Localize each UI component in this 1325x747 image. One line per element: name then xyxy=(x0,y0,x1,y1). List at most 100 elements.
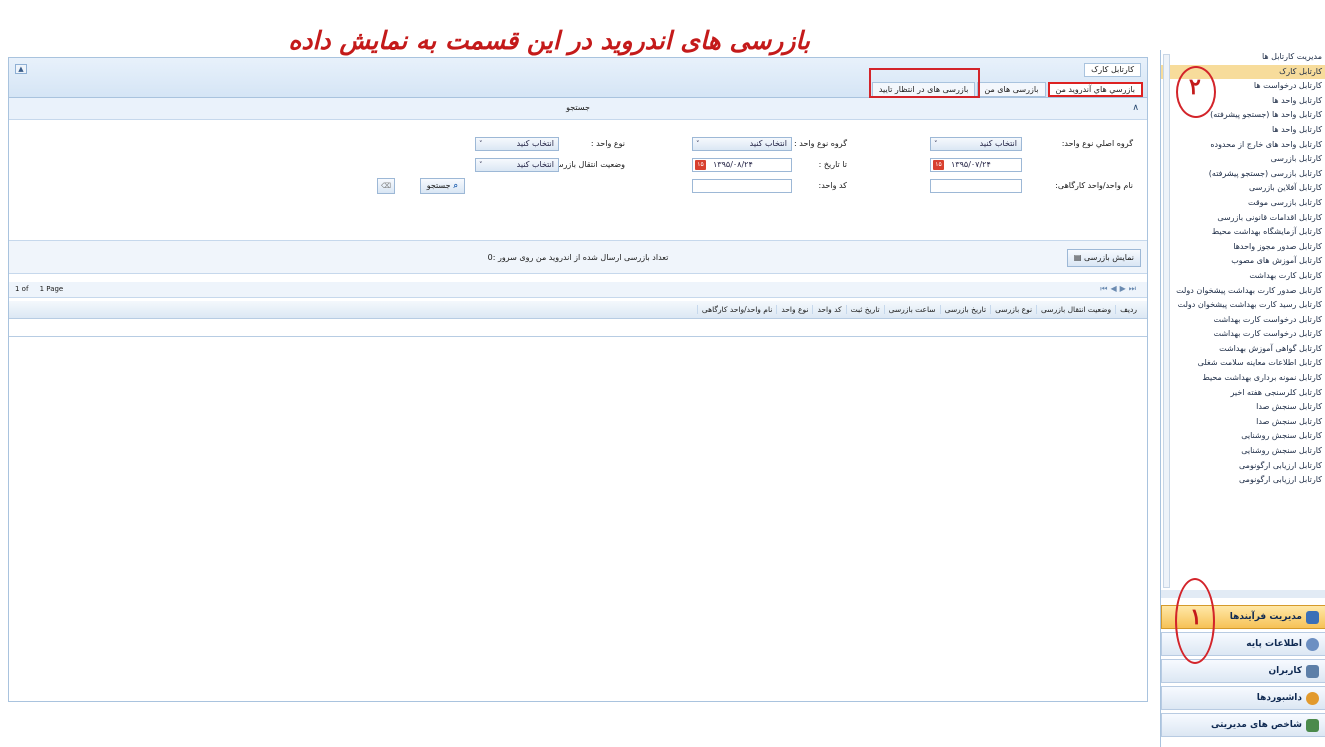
of-label: 1 of xyxy=(15,285,29,293)
clear-filter-button[interactable]: ⌫ xyxy=(377,178,395,194)
sidebar-item[interactable]: کارتابل کارت بهداشت xyxy=(1161,269,1325,284)
sidebar-item[interactable]: کارتابل بازرسی موقت xyxy=(1161,196,1325,211)
column-header[interactable]: تاریخ ثبت xyxy=(845,305,884,314)
search-header[interactable]: جستجو ∧ xyxy=(9,98,1147,120)
column-header[interactable]: ردیف xyxy=(1115,305,1141,314)
sidebar-item[interactable]: کارتابل صدور مجوز واحدها xyxy=(1161,240,1325,255)
transfer-status-value: انتخاب کنید xyxy=(516,160,554,169)
column-header[interactable]: نوع بازرسی xyxy=(990,305,1036,314)
main-panel: ▲ کارتابل کارک بازرسي هاي آندرويد من باز… xyxy=(8,57,1148,702)
accordion-label: شاخص های مدیریتی xyxy=(1210,720,1302,730)
main-group-value: انتخاب کنید xyxy=(979,139,1017,148)
column-header[interactable]: نوع واحد xyxy=(776,305,812,314)
sidebar-item[interactable]: کارتابل درخواست کارت بهداشت xyxy=(1161,313,1325,328)
last-page-icon[interactable]: ⏭ xyxy=(1129,284,1139,293)
chart-icon xyxy=(1306,718,1319,732)
sidebar-item[interactable]: کارتابل گواهی آموزش بهداشت xyxy=(1161,342,1325,357)
unit-type-select[interactable]: انتخاب کنید ˅ xyxy=(475,137,559,151)
sidebar-item[interactable]: کارتابل آفلاین بازرسی xyxy=(1161,181,1325,196)
unit-code-label: کد واحد: xyxy=(818,181,847,190)
next-page-icon[interactable]: ▶ xyxy=(1120,284,1129,293)
main-group-label: گروه اصلي نوع واحد: xyxy=(1061,139,1133,148)
chevron-up-icon[interactable]: ∧ xyxy=(1132,103,1139,113)
prev-page-icon[interactable]: ◀ xyxy=(1110,284,1119,293)
sidebar-item[interactable]: مدیریت کارتابل ها xyxy=(1161,50,1325,65)
sidebar-item[interactable]: کارتابل درخواست کارت بهداشت xyxy=(1161,327,1325,342)
pager-nav: ⏮◀▶⏭ xyxy=(1100,284,1139,294)
sidebar-item[interactable]: کارتابل کلرسنجی هفته اخیر xyxy=(1161,386,1325,401)
sidebar-item[interactable]: کارتابل بازرسی xyxy=(1161,152,1325,167)
page-number-input[interactable]: 1 xyxy=(40,285,44,293)
info-icon xyxy=(1306,637,1319,651)
from-date-value: ۱۳۹۵/۰۷/۲۴ xyxy=(951,160,991,169)
search-header-title: جستجو xyxy=(566,103,590,112)
accordion-label: اطلاعات پایه xyxy=(1246,639,1302,649)
page-label: Page xyxy=(46,285,64,293)
column-header[interactable]: نام واحد/واحد کارگاهی xyxy=(696,305,776,314)
transfer-status-select[interactable]: انتخاب کنید ˅ xyxy=(475,158,559,172)
accordion-kpi[interactable]: شاخص های مدیریتی xyxy=(1161,713,1325,737)
search-icon: ⌕ xyxy=(453,181,458,190)
tab-my-android-inspections[interactable]: بازرسي هاي آندرويد من xyxy=(1047,82,1143,97)
inspection-count: تعداد بازرسی ارسال شده از اندروید من روی… xyxy=(487,253,669,262)
to-date-value: ۱۳۹۵/۰۸/۲۴ xyxy=(713,160,753,169)
accordion-label: داشبوردها xyxy=(1256,693,1302,703)
unit-name-label: نام واحد/واحد کارگاهی: xyxy=(1055,181,1133,190)
process-icon xyxy=(1306,610,1319,624)
status-bar: نمایش بازرسی ▤ تعداد بازرسی ارسال شده از… xyxy=(9,240,1147,274)
calendar-icon[interactable]: ۱۵ xyxy=(933,160,944,170)
to-date-label: تا تاریخ : xyxy=(818,160,847,169)
sidebar-item[interactable]: کارتابل اقدامات قانونی بازرسی xyxy=(1161,211,1325,226)
column-header[interactable]: کد واحد xyxy=(812,305,845,314)
sidebar-item[interactable]: کارتابل ارزیابی ارگونومی xyxy=(1161,473,1325,488)
first-page-icon[interactable]: ⏮ xyxy=(1100,284,1110,293)
sidebar-item[interactable]: کارتابل واحد ها xyxy=(1161,123,1325,138)
sidebar-item[interactable]: کارتابل سنجش صدا xyxy=(1161,415,1325,430)
accordion-users[interactable]: کاربران xyxy=(1161,659,1325,683)
sidebar-item[interactable]: کارتابل صدور کارت بهداشت پیشخوان دولت xyxy=(1161,284,1325,299)
search-button[interactable]: ⌕جستجو xyxy=(419,178,465,194)
sidebar-item[interactable]: کارتابل سنجش صدا xyxy=(1161,400,1325,415)
sidebar-item[interactable]: کارتابل نمونه برداری بهداشت محیط xyxy=(1161,371,1325,386)
dashboard-icon xyxy=(1306,691,1319,705)
column-header[interactable]: تاریخ بازرسی xyxy=(939,305,990,314)
eraser-icon: ⌫ xyxy=(381,182,391,190)
unit-group-value: انتخاب کنيد xyxy=(749,139,787,148)
calendar-icon[interactable]: ۱۵ xyxy=(695,160,706,170)
sidebar-item[interactable]: کارتابل سنجش روشنایی xyxy=(1161,444,1325,459)
users-icon xyxy=(1306,664,1319,678)
unit-type-label: نوع واحد : xyxy=(590,139,625,148)
unit-name-input[interactable] xyxy=(930,179,1022,193)
sidebar-item[interactable]: کارتابل اطلاعات معاینه سلامت شغلی xyxy=(1161,356,1325,371)
accordion-dashboards[interactable]: داشبوردها xyxy=(1161,686,1325,710)
sidebar-item[interactable]: کارتابل آزمایشگاه بهداشت محیط xyxy=(1161,225,1325,240)
main-group-select[interactable]: انتخاب کنید ˅ xyxy=(930,137,1022,151)
from-date-field[interactable]: ۱۵ ۱۳۹۵/۰۷/۲۴ xyxy=(930,158,1022,172)
sidebar-scrollbar[interactable] xyxy=(1163,54,1170,588)
sidebar-item[interactable]: کارتابل بازرسی (جستجو پیشرفته) xyxy=(1161,167,1325,182)
chevron-down-icon: ˅ xyxy=(479,140,483,148)
annotation-highlight-box xyxy=(869,68,980,98)
to-date-field[interactable]: ۱۵ ۱۳۹۵/۰۸/۲۴ xyxy=(692,158,792,172)
page-info: 1 of 1 Page xyxy=(15,285,63,293)
sidebar-item[interactable]: کارتابل واحد های خارج از محدوده xyxy=(1161,138,1325,153)
annotation-number-2: ۲ xyxy=(1189,74,1201,100)
tab-my-inspections[interactable]: بازرسی های من xyxy=(977,82,1046,97)
unit-group-select[interactable]: انتخاب کنيد ˅ xyxy=(692,137,792,151)
sidebar-item[interactable]: کارتابل آموزش های مصوب xyxy=(1161,254,1325,269)
sidebar-item[interactable]: کارتابل ارزیابی ارگونومی xyxy=(1161,459,1325,474)
chevron-down-icon: ˅ xyxy=(934,140,938,148)
sidebar-item[interactable]: کارتابل رسید کارت بهداشت پیشخوان دولت xyxy=(1161,298,1325,313)
annotation-number-1: ۱ xyxy=(1190,604,1202,630)
chevron-down-icon: ˅ xyxy=(479,161,483,169)
panel-title: کارتابل کارک xyxy=(1084,63,1141,77)
chevron-down-icon: ˅ xyxy=(696,140,700,148)
unit-group-label: گروه نوع واحد : xyxy=(794,139,847,148)
transfer-status-label: وضعیت انتقال بازرسی: xyxy=(547,160,626,169)
column-header[interactable]: ساعت بازرسی xyxy=(883,305,940,314)
collapse-button[interactable]: ▲ xyxy=(15,64,27,74)
sidebar-item[interactable]: کارتابل سنجش روشنایی xyxy=(1161,429,1325,444)
accordion-label: کاربران xyxy=(1268,666,1302,676)
unit-code-input[interactable] xyxy=(692,179,792,193)
column-header[interactable]: وضعیت انتقال بازرسی xyxy=(1036,305,1115,314)
